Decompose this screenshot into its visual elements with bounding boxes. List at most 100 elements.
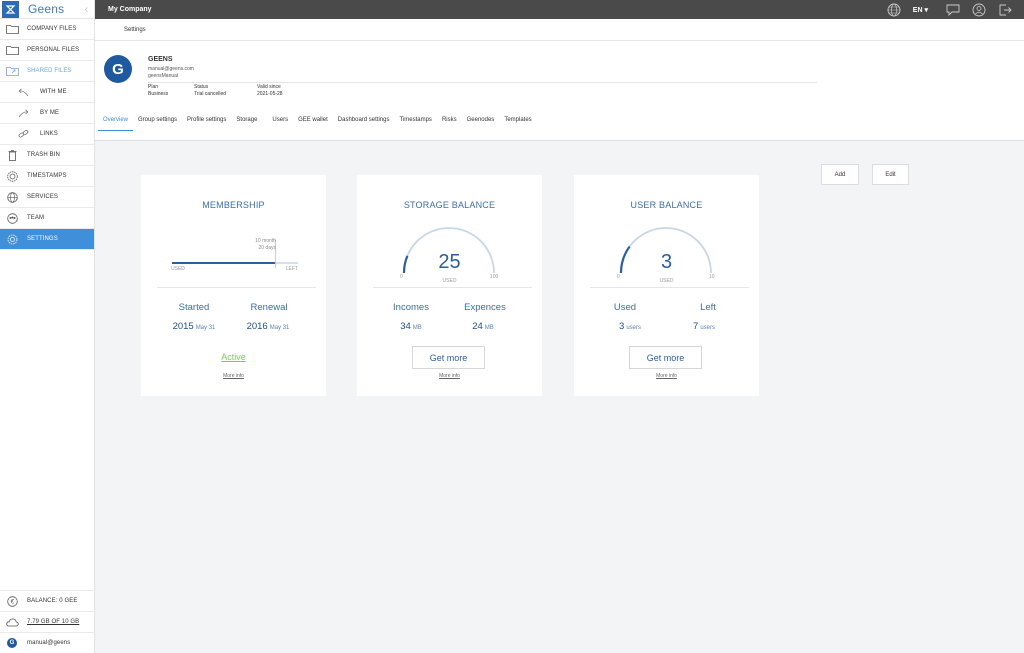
- divider: [148, 82, 817, 83]
- language-globe-icon[interactable]: [887, 3, 901, 17]
- left-users-value: 7 users: [669, 321, 739, 332]
- get-more-storage-button[interactable]: Get more: [412, 346, 485, 369]
- tab-gee-wallet[interactable]: GEE wallet: [293, 117, 333, 131]
- profile-panel: G GEENS manual@geens.com geensManual Pla…: [95, 41, 1024, 141]
- gauge-max-label: 10: [709, 274, 715, 280]
- sidebar-item-with-me[interactable]: WITH ME: [0, 82, 94, 103]
- balance-item[interactable]: € BALANCE: 0 GEE: [0, 590, 95, 611]
- more-info-link[interactable]: More info: [141, 373, 326, 379]
- sidebar-item-label: TRASH BIN: [27, 152, 60, 158]
- tab-group-settings[interactable]: Group settings: [133, 117, 182, 131]
- folder-icon: [5, 23, 19, 35]
- arrow-back-icon: [16, 86, 30, 98]
- company-avatar: G: [104, 55, 132, 83]
- gauge-min-label: 0: [400, 274, 403, 280]
- tab-geenodes[interactable]: Geenodes: [462, 117, 500, 131]
- geens-logo-icon[interactable]: [2, 0, 19, 18]
- link-icon: [16, 128, 30, 140]
- storage-item[interactable]: 7.79 GB OF 10 GB: [0, 611, 95, 632]
- expences-label: Expences: [464, 302, 506, 313]
- left-users-unit: users: [700, 325, 715, 331]
- sidebar-item-trash-bin[interactable]: TRASH BIN: [0, 145, 94, 166]
- collapse-chevron-icon[interactable]: ‹: [85, 4, 88, 15]
- svg-text:€: €: [10, 599, 14, 605]
- storage-label: 7.79 GB OF 10 GB: [27, 619, 80, 625]
- renewal-date: May 31: [269, 325, 290, 331]
- arrow-forward-icon: [16, 107, 30, 119]
- user-profile-icon[interactable]: [972, 3, 986, 17]
- used-label: USED: [171, 266, 185, 272]
- storage-gauge-value: 25: [438, 251, 461, 273]
- user-item[interactable]: G manual@geens: [0, 632, 95, 653]
- logout-icon[interactable]: [998, 3, 1012, 17]
- sidebar-item-label: TEAM: [27, 215, 45, 221]
- status-value: Trial cancelled: [194, 91, 227, 97]
- sidebar-item-label: COMPANY FILES: [27, 26, 77, 32]
- tab-dashboard-settings[interactable]: Dashboard settings: [333, 117, 395, 131]
- left-label: LEFT: [285, 266, 298, 272]
- sidebar-item-timestamps[interactable]: TIMESTAMPS: [0, 166, 94, 187]
- gauge-used-label: USED: [659, 278, 674, 284]
- card-title: MEMBERSHIP: [202, 200, 265, 210]
- sidebar: Geens ‹ COMPANY FILES PERSONAL FILES SHA…: [0, 0, 95, 653]
- incomes-number: 34: [400, 321, 411, 332]
- started-year: 2015: [172, 321, 194, 332]
- plan-label: Plan: [148, 84, 159, 90]
- remaining-days: 20 days: [258, 245, 276, 251]
- renewal-year: 2016: [246, 321, 268, 332]
- sidebar-item-shared-files[interactable]: SHARED FILES: [0, 61, 94, 82]
- expences-number: 24: [472, 321, 483, 332]
- card-title: STORAGE BALANCE: [403, 200, 496, 210]
- breadcrumb-settings[interactable]: Settings: [124, 27, 146, 33]
- edit-button[interactable]: Edit: [872, 164, 909, 185]
- sidebar-item-team[interactable]: TEAM: [0, 208, 94, 229]
- get-more-users-button[interactable]: Get more: [629, 346, 702, 369]
- tab-users[interactable]: Users: [262, 117, 293, 131]
- gear-icon: [5, 233, 19, 245]
- sidebar-item-by-me[interactable]: BY ME: [0, 103, 94, 124]
- sidebar-item-links[interactable]: LINKS: [0, 124, 94, 145]
- user-gauge-value: 3: [660, 251, 673, 273]
- gauge-used-label: USED: [442, 278, 457, 284]
- balance-label: BALANCE: 0 GEE: [27, 598, 78, 604]
- tab-timestamps[interactable]: Timestamps: [394, 117, 436, 131]
- more-info-link[interactable]: More info: [357, 373, 542, 379]
- incomes-value: 34 MB: [376, 321, 446, 332]
- divider: [590, 287, 749, 288]
- breadcrumb: Settings: [95, 19, 1024, 41]
- top-bar: My Company EN ▾: [95, 0, 1024, 19]
- left-users-number: 7: [693, 321, 699, 332]
- trash-icon: [5, 149, 19, 161]
- sidebar-item-settings[interactable]: SETTINGS: [0, 229, 94, 250]
- used-users-value: 3 users: [595, 321, 665, 332]
- language-selector[interactable]: EN ▾: [913, 6, 928, 14]
- sidebar-item-label: TIMESTAMPS: [27, 173, 67, 179]
- avatar: G: [7, 638, 17, 648]
- sidebar-item-label: WITH ME: [40, 89, 67, 95]
- more-info-link[interactable]: More info: [574, 373, 759, 379]
- divider: [373, 287, 532, 288]
- language-label: EN: [912, 6, 923, 14]
- sidebar-item-services[interactable]: SERVICES: [0, 187, 94, 208]
- sidebar-item-personal-files[interactable]: PERSONAL FILES: [0, 40, 94, 61]
- sidebar-item-company-files[interactable]: COMPANY FILES: [0, 19, 94, 40]
- renewal-value: 2016 May 31: [233, 321, 303, 332]
- chat-icon[interactable]: [946, 4, 960, 16]
- plan-value: Business: [148, 91, 169, 97]
- company-name: My Company: [108, 6, 152, 13]
- add-button[interactable]: Add: [821, 164, 859, 185]
- tab-overview[interactable]: Overview: [98, 117, 134, 131]
- used-users-label: Used: [613, 302, 637, 313]
- tab-risks[interactable]: Risks: [437, 117, 462, 131]
- tab-storage[interactable]: Storage: [231, 117, 262, 131]
- membership-progress-bar: [172, 240, 298, 268]
- storage-balance-card: STORAGE BALANCE 25 USED 0 100 Incomes Ex…: [357, 175, 542, 396]
- profile-username: geensManual: [148, 73, 179, 79]
- tab-templates[interactable]: Templates: [499, 117, 536, 131]
- folder-icon: [5, 44, 19, 56]
- expences-value: 24 MB: [448, 321, 518, 332]
- sidebar-footer: € BALANCE: 0 GEE 7.79 GB OF 10 GB G manu…: [0, 590, 95, 653]
- card-title: USER BALANCE: [630, 200, 703, 210]
- renewal-label: Renewal: [250, 302, 288, 313]
- tab-profile-settings[interactable]: Profile settings: [182, 117, 231, 131]
